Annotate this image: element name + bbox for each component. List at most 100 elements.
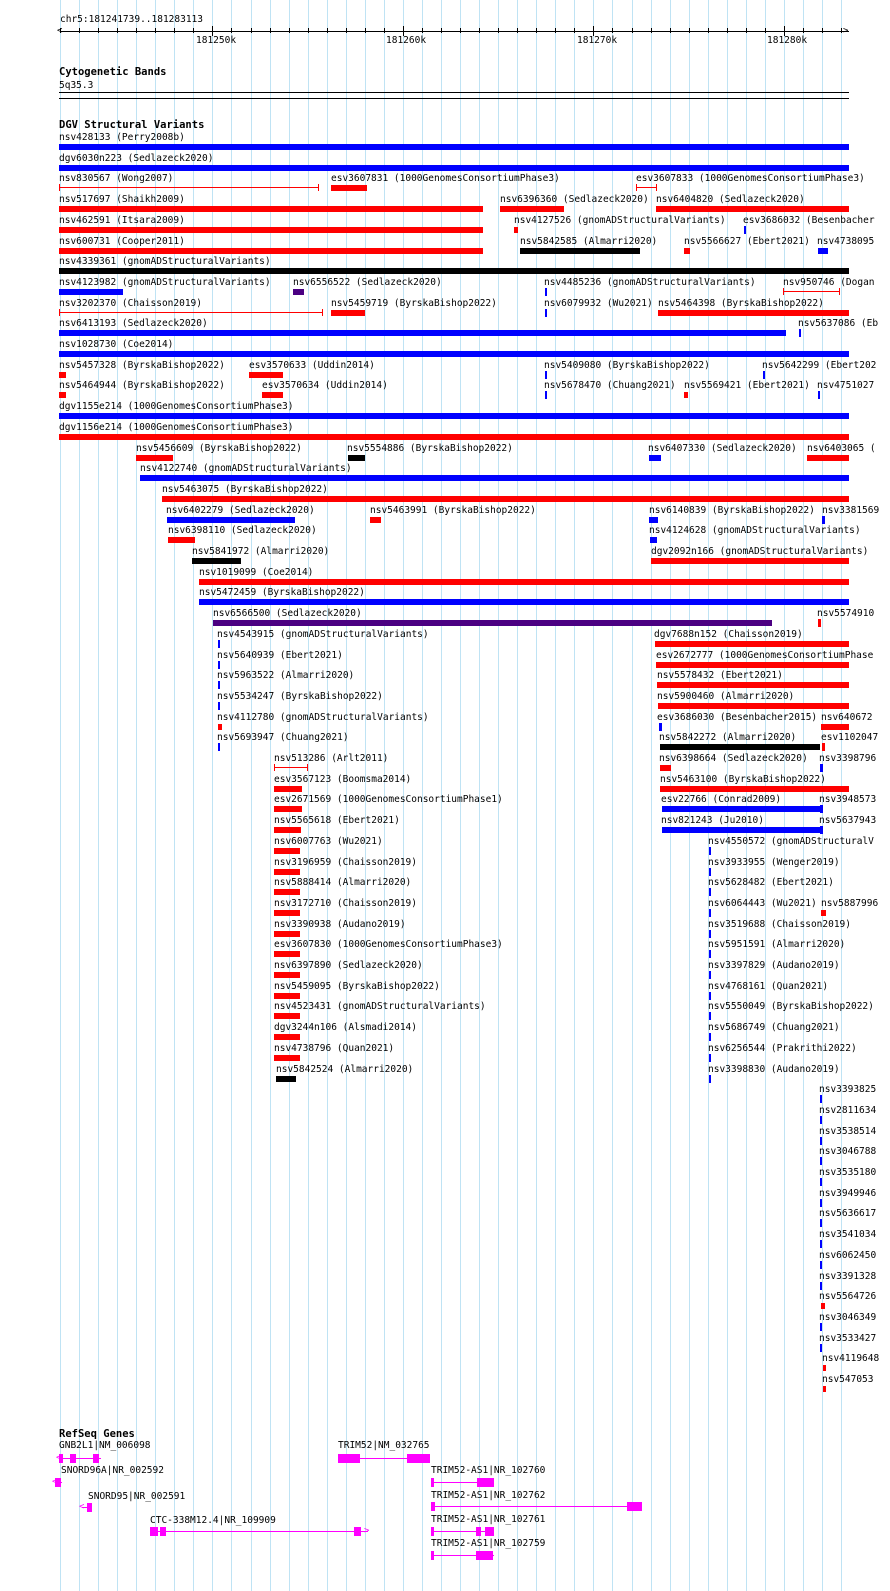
sv-feature-marker[interactable] [820, 826, 823, 835]
sv-feature-bar[interactable] [348, 454, 365, 461]
sv-label[interactable]: nsv5963522 (Almarri2020) [217, 670, 354, 681]
sv-label[interactable]: nsv6062450 [819, 1250, 876, 1261]
sv-label[interactable]: esv2672777 (1000GenomesConsortiumPhase [656, 650, 873, 661]
sv-label[interactable]: nsv5640939 (Ebert2021) [217, 650, 343, 661]
gene-label[interactable]: TRIM52|NM_032765 [338, 1440, 430, 1451]
gene-exon[interactable] [431, 1551, 434, 1560]
sv-label[interactable]: nsv2811634 [819, 1105, 876, 1116]
sv-label[interactable]: nsv5463991 (ByrskaBishop2022) [370, 505, 536, 516]
sv-label[interactable]: nsv3541034 [819, 1229, 876, 1240]
sv-feature-bar[interactable] [59, 413, 849, 420]
sv-label[interactable]: nsv5463075 (ByrskaBishop2022) [162, 484, 328, 495]
sv-label[interactable]: nsv5887996 [821, 898, 878, 909]
sv-feature-bar[interactable] [662, 806, 821, 813]
sv-label[interactable]: nsv4523431 (gnomADStructuralVariants) [274, 1001, 486, 1012]
sv-feature-bar[interactable] [262, 392, 283, 399]
sv-feature-bar[interactable] [199, 599, 849, 606]
gene-label[interactable]: TRIM52-AS1|NR_102762 [431, 1490, 545, 1501]
sv-feature-marker[interactable] [709, 929, 711, 938]
gene-exon[interactable] [627, 1502, 634, 1511]
sv-label[interactable]: nsv6556522 (Sedlazeck2020) [293, 277, 442, 288]
sv-feature-bar[interactable] [168, 537, 195, 544]
sv-label[interactable]: nsv547053 [822, 1374, 873, 1385]
sv-label[interactable]: nsv5637086 (Eb [798, 318, 878, 329]
sv-label[interactable]: esv3686030 (Besenbacher2015) [657, 712, 817, 723]
sv-feature-marker[interactable] [709, 867, 711, 876]
sv-feature-marker[interactable] [218, 639, 220, 648]
sv-label[interactable]: nsv4124628 (gnomADStructuralVariants) [649, 525, 861, 536]
sv-label[interactable]: nsv6398110 (Sedlazeck2020) [168, 525, 317, 536]
sv-feature-bar[interactable] [59, 144, 849, 150]
sv-feature-bar[interactable] [821, 909, 826, 916]
sv-feature-bar[interactable] [274, 785, 302, 792]
sv-label[interactable]: nsv6397890 (Sedlazeck2020) [274, 960, 423, 971]
sv-feature-marker[interactable] [822, 743, 825, 752]
sv-feature-line[interactable] [59, 311, 322, 313]
sv-label[interactable]: nsv4122740 (gnomADStructuralVariants) [140, 463, 352, 474]
sv-feature-marker[interactable] [709, 908, 711, 917]
sv-feature-marker[interactable] [820, 1136, 822, 1145]
sv-feature-bar[interactable] [655, 640, 849, 647]
sv-label[interactable]: nsv6402279 (Sedlazeck2020) [166, 505, 315, 516]
sv-feature-bar[interactable] [59, 164, 849, 171]
sv-feature-marker[interactable] [744, 225, 746, 234]
sv-feature-bar[interactable] [370, 516, 381, 523]
sv-feature-bar[interactable] [59, 206, 483, 213]
sv-feature-marker[interactable] [820, 1260, 822, 1269]
sv-label[interactable]: esv3686032 (Besenbacher [743, 215, 875, 226]
sv-label[interactable]: nsv6007763 (Wu2021) [274, 836, 383, 847]
sv-label[interactable]: dgv3244n106 (Alsmadi2014) [274, 1022, 417, 1033]
sv-feature-bar[interactable] [136, 454, 173, 461]
cytoband-band-line[interactable] [59, 98, 849, 99]
sv-label[interactable]: nsv3390938 (Audano2019) [274, 919, 406, 930]
sv-label[interactable]: nsv5628482 (Ebert2021) [708, 877, 834, 888]
sv-label[interactable]: nsv5456609 (ByrskaBishop2022) [136, 443, 302, 454]
sv-feature-marker[interactable] [545, 370, 547, 379]
gene-intron-line[interactable] [431, 1506, 642, 1507]
sv-feature-bar[interactable] [274, 889, 300, 896]
sv-label[interactable]: nsv6404820 (Sedlazeck2020) [656, 194, 805, 205]
sv-label[interactable]: nsv5550049 (ByrskaBishop2022) [708, 1001, 874, 1012]
sv-feature-marker[interactable] [820, 1178, 822, 1186]
gene-exon[interactable] [150, 1527, 158, 1536]
sv-label[interactable]: dgv7688n152 (Chaisson2019) [654, 629, 803, 640]
sv-feature-bar[interactable] [192, 558, 241, 564]
sv-label[interactable]: nsv517697 (Shaikh2009) [59, 194, 185, 205]
sv-feature-bar[interactable] [684, 247, 690, 254]
sv-label[interactable]: nsv3933955 (Wenger2019) [708, 857, 840, 868]
sv-label[interactable]: esv3607830 (1000GenomesConsortiumPhase3) [274, 939, 503, 950]
sv-label[interactable]: dgv1155e214 (1000GenomesConsortiumPhase3… [59, 401, 294, 412]
sv-label[interactable]: nsv4751027 [817, 380, 874, 391]
sv-label[interactable]: nsv6403065 ( [807, 443, 876, 454]
sv-feature-bar[interactable] [331, 309, 365, 316]
sv-feature-bar[interactable] [520, 247, 640, 254]
sv-feature-bar[interactable] [274, 972, 300, 978]
gene-exon[interactable] [431, 1527, 434, 1536]
sv-feature-marker[interactable] [709, 846, 711, 855]
gene-exon[interactable] [476, 1527, 481, 1536]
sv-feature-bar[interactable] [162, 495, 849, 502]
sv-label[interactable]: nsv5566627 (Ebert2021) [684, 236, 810, 247]
sv-feature-bar[interactable] [218, 723, 222, 730]
gene-exon[interactable] [634, 1502, 642, 1511]
gene-label[interactable]: TRIM52-AS1|NR_102761 [431, 1514, 545, 1525]
sv-label[interactable]: nsv6064443 (Wu2021) [708, 898, 817, 909]
sv-label[interactable]: nsv6413193 (Sedlazeck2020) [59, 318, 208, 329]
sv-feature-bar[interactable] [821, 1303, 825, 1310]
sv-label[interactable]: nsv5678470 (Chuang2021) [544, 380, 676, 391]
sv-feature-bar[interactable] [662, 827, 821, 834]
sv-label[interactable]: nsv5637943 [819, 815, 876, 826]
sv-label[interactable]: nsv4738095 [817, 236, 874, 247]
sv-feature-bar[interactable] [213, 620, 772, 627]
sv-label[interactable]: nsv5564726 [819, 1291, 876, 1302]
sv-feature-bar[interactable] [59, 288, 123, 295]
sv-feature-bar[interactable] [59, 371, 66, 378]
sv-label[interactable]: nsv6079932 (Wu2021) [544, 298, 653, 309]
sv-feature-bar[interactable] [274, 806, 302, 813]
sv-label[interactable]: nsv4485236 (gnomADStructuralVariants) [544, 277, 756, 288]
gene-exon[interactable] [70, 1454, 76, 1463]
sv-label[interactable]: nsv513286 (Arlt2011) [274, 753, 388, 764]
sv-feature-marker[interactable] [820, 764, 823, 772]
sv-feature-marker[interactable] [709, 1074, 711, 1083]
sv-feature-bar[interactable] [651, 558, 849, 564]
